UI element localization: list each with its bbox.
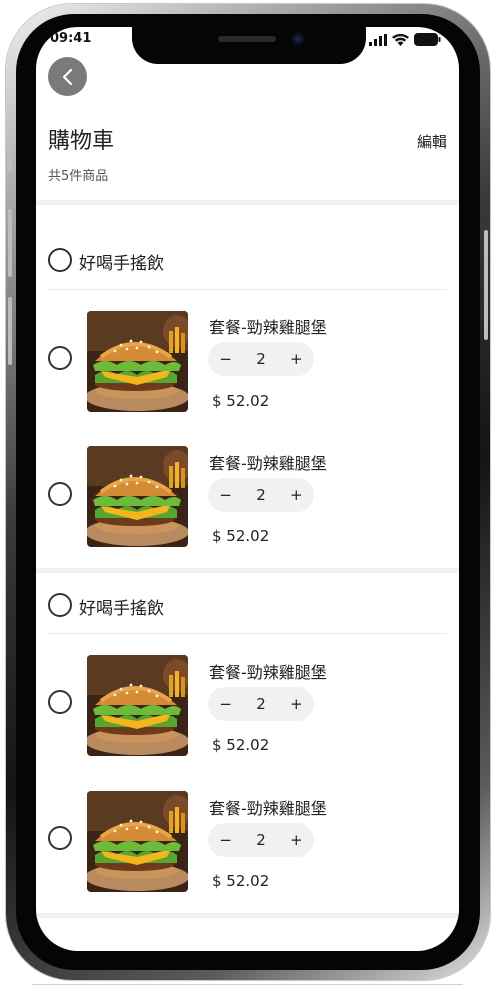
volume-up-button — [8, 209, 12, 277]
section-divider — [36, 913, 459, 918]
shop-divider — [48, 633, 447, 634]
item-name: 套餐-勁辣雞腿堡 — [209, 318, 327, 337]
quantity-value: 2 — [256, 350, 266, 368]
quantity-stepper: − 2 + — [208, 687, 314, 721]
shop-divider — [48, 289, 447, 290]
shop-name: 好喝手搖飲 — [79, 254, 164, 274]
signal-icon — [369, 33, 387, 46]
notch — [132, 27, 366, 64]
item-name: 套餐-勁辣雞腿堡 — [209, 454, 327, 473]
section-divider — [36, 568, 459, 573]
burger-image — [87, 791, 188, 892]
item-select-radio[interactable] — [48, 690, 72, 714]
chevron-left-icon — [62, 68, 72, 85]
shop-select-radio[interactable] — [48, 593, 72, 617]
quantity-stepper: − 2 + — [208, 478, 314, 512]
burger-image — [87, 655, 188, 756]
speaker — [218, 36, 276, 42]
quantity-stepper: − 2 + — [208, 342, 314, 376]
section-divider — [36, 200, 459, 205]
burger-image — [87, 311, 188, 412]
power-button — [484, 230, 488, 340]
item-price: $ 52.02 — [212, 736, 270, 754]
item-name: 套餐-勁辣雞腿堡 — [209, 799, 327, 818]
quantity-value: 2 — [256, 486, 266, 504]
battery-icon — [414, 33, 441, 46]
burger-image — [87, 446, 188, 547]
increase-button[interactable]: + — [283, 695, 309, 713]
item-select-radio[interactable] — [48, 826, 72, 850]
decrease-button[interactable]: − — [213, 486, 239, 504]
back-button[interactable] — [48, 57, 87, 96]
shop-name: 好喝手搖飲 — [79, 599, 164, 619]
app-screen: 09:41 購物車 編輯 共5件商品 好喝手搖飲 套餐-勁辣雞腿堡 − 2 + … — [36, 27, 459, 951]
decrease-button[interactable]: − — [213, 350, 239, 368]
item-price: $ 52.02 — [212, 872, 270, 890]
quantity-value: 2 — [256, 695, 266, 713]
item-name: 套餐-勁辣雞腿堡 — [209, 663, 327, 682]
bottom-divider — [32, 984, 463, 985]
decrease-button[interactable]: − — [213, 831, 239, 849]
item-price: $ 52.02 — [212, 392, 270, 410]
shop-select-radio[interactable] — [48, 248, 72, 272]
page-title: 購物車 — [48, 129, 115, 154]
item-price: $ 52.02 — [212, 527, 270, 545]
front-camera — [292, 33, 304, 45]
wifi-icon — [392, 33, 409, 46]
item-select-radio[interactable] — [48, 482, 72, 506]
volume-down-button — [8, 297, 12, 365]
quantity-value: 2 — [256, 831, 266, 849]
status-icons — [369, 33, 441, 46]
edit-button[interactable]: 編輯 — [417, 131, 447, 152]
status-time: 09:41 — [50, 31, 92, 46]
decrease-button[interactable]: − — [213, 695, 239, 713]
increase-button[interactable]: + — [283, 486, 309, 504]
increase-button[interactable]: + — [283, 350, 309, 368]
item-select-radio[interactable] — [48, 346, 72, 370]
silent-switch — [8, 136, 12, 172]
quantity-stepper: − 2 + — [208, 823, 314, 857]
increase-button[interactable]: + — [283, 831, 309, 849]
item-count: 共5件商品 — [48, 169, 109, 184]
